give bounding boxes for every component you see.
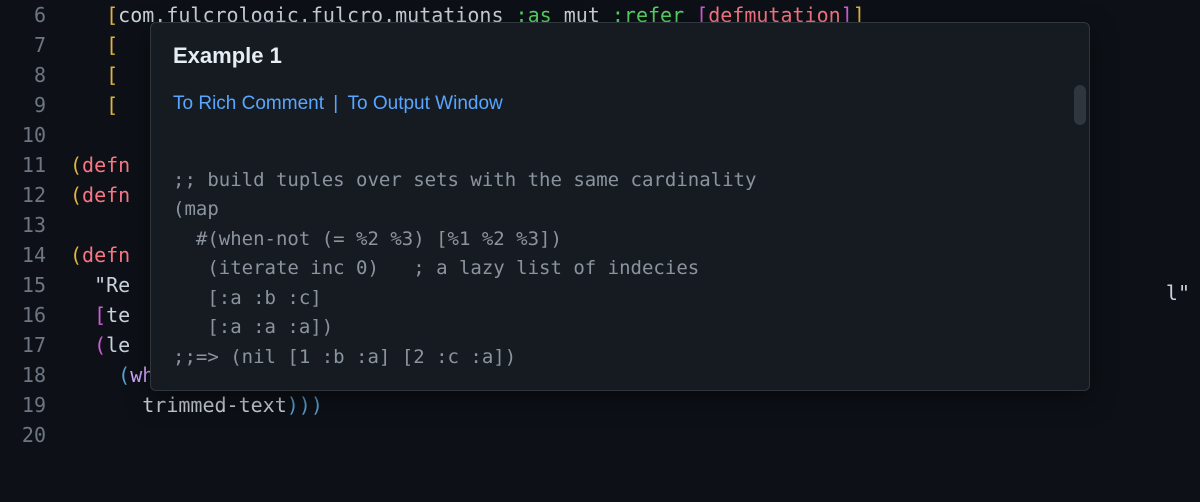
line-number: 20 <box>0 420 70 450</box>
line-number: 6 <box>0 0 70 30</box>
code-line[interactable]: 20 <box>0 420 1200 450</box>
hover-title: Example 1 <box>173 39 1067 72</box>
line-number: 11 <box>0 150 70 180</box>
paren-open: ( <box>70 183 82 207</box>
link-to-rich-comment[interactable]: To Rich Comment <box>173 93 324 114</box>
paren-open: ( <box>94 333 106 357</box>
hover-links: To Rich Comment | To Output Window <box>173 90 1067 119</box>
hover-code-line: [:a :a :a]) <box>173 316 333 338</box>
defn-keyword: defn <box>82 183 130 207</box>
hover-code-line: ;; build tuples over sets with the same … <box>173 169 756 191</box>
paren-open: ( <box>70 243 82 267</box>
line-number: 9 <box>0 90 70 120</box>
paren-close-multi: ))) <box>287 393 323 417</box>
string-fragment: "Re <box>94 273 130 297</box>
bracket-open: [ <box>106 3 118 27</box>
hover-code-block[interactable]: ;; build tuples over sets with the same … <box>173 137 1067 373</box>
paren-open: ( <box>118 363 130 387</box>
bracket-open: [ <box>106 93 118 117</box>
line-number: 18 <box>0 360 70 390</box>
symbol: trimmed-text <box>142 393 287 417</box>
code-line[interactable]: 19 trimmed-text))) <box>0 390 1200 420</box>
paren-open: ( <box>70 153 82 177</box>
hover-scrollbar-thumb[interactable] <box>1074 85 1086 125</box>
defn-keyword: defn <box>82 243 130 267</box>
line-number: 17 <box>0 330 70 360</box>
defn-keyword: defn <box>82 153 130 177</box>
line-number: 15 <box>0 270 70 300</box>
bracket-open: [ <box>106 63 118 87</box>
hover-tooltip: Example 1 To Rich Comment | To Output Wi… <box>150 22 1090 391</box>
hover-code-line: (iterate inc 0) ; a lazy list of indecie… <box>173 257 699 279</box>
line-number: 19 <box>0 390 70 420</box>
line-number: 16 <box>0 300 70 330</box>
hover-code-line: #(when-not (= %2 %3) [%1 %2 %3]) <box>173 228 562 250</box>
line-number: 14 <box>0 240 70 270</box>
symbol-fragment: te <box>106 303 130 327</box>
line-number: 8 <box>0 60 70 90</box>
line-number: 10 <box>0 120 70 150</box>
hover-code-line: ;;=> (nil [1 :b :a] [2 :c :a]) <box>173 346 516 368</box>
line-number: 12 <box>0 180 70 210</box>
code-content[interactable]: trimmed-text))) <box>70 390 1200 420</box>
bracket-open: [ <box>106 33 118 57</box>
hover-code-line: [:a :b :c] <box>173 287 322 309</box>
hover-code-line: (map <box>173 198 219 220</box>
link-separator: | <box>328 93 344 114</box>
line-number: 13 <box>0 210 70 240</box>
link-to-output-window[interactable]: To Output Window <box>348 93 503 114</box>
string-fragment-right: l" <box>1166 278 1190 308</box>
bracket-open: [ <box>94 303 106 327</box>
symbol-fragment: le <box>106 333 130 357</box>
line-number: 7 <box>0 30 70 60</box>
